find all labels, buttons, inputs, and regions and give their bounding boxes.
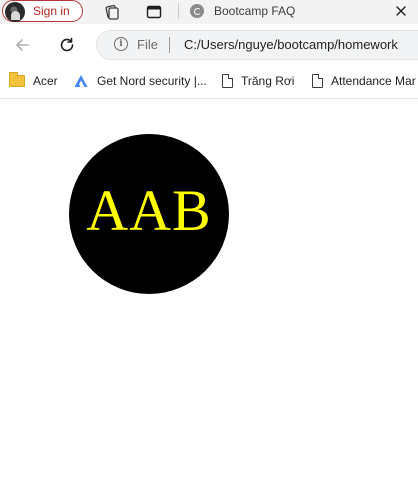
bookmark-label: Trăng Rơi <box>241 74 295 88</box>
workspaces-icon[interactable] <box>103 3 121 21</box>
sign-in-button[interactable]: Sign in <box>2 0 83 22</box>
url-text[interactable]: C:/Users/nguye/bootcamp/homework <box>184 37 398 52</box>
address-separator <box>169 37 170 53</box>
profile-avatar <box>5 2 25 22</box>
nord-icon <box>74 75 88 87</box>
browser-window: Sign in Bootcamp FAQ i File C:/Users/ngu… <box>0 0 418 502</box>
page-favicon <box>190 4 204 18</box>
toolbar: i File C:/Users/nguye/bootcamp/homework <box>0 24 418 66</box>
back-button[interactable] <box>10 33 34 57</box>
tab-separator <box>178 3 179 19</box>
sign-in-label: Sign in <box>33 4 70 18</box>
bookmark-trang-roi[interactable]: Trăng Rơi <box>222 72 294 90</box>
reload-icon <box>60 37 74 52</box>
bookmark-label: Attendance Mar <box>331 74 416 88</box>
bookmark-label: Acer <box>33 74 58 88</box>
tab-title: Bootcamp FAQ <box>214 4 296 18</box>
page-icon <box>312 74 323 88</box>
tab-strip: Sign in Bootcamp FAQ <box>0 0 418 24</box>
black-circle: AAB <box>69 134 229 294</box>
bookmark-nord[interactable]: Get Nord security |... <box>73 72 207 90</box>
bookmark-label: Get Nord security |... <box>97 74 207 88</box>
close-icon[interactable] <box>392 2 410 20</box>
address-bar[interactable]: i File C:/Users/nguye/bootcamp/homework <box>96 30 418 60</box>
page-icon <box>222 74 233 88</box>
bookmark-acer[interactable]: Acer <box>9 72 58 90</box>
folder-icon <box>9 72 25 87</box>
site-info-icon[interactable]: i <box>114 37 128 51</box>
arrow-left-icon <box>16 39 29 51</box>
page-content: AAB <box>0 99 418 502</box>
circle-text: AAB <box>86 178 212 243</box>
bookmarks-bar: Acer Get Nord security |... Trăng Rơi At… <box>0 66 418 96</box>
site-info-label[interactable]: File <box>137 37 158 52</box>
reload-button[interactable] <box>55 33 79 57</box>
bookmark-attendance[interactable]: Attendance Mar <box>312 72 416 90</box>
tab-actions-icon[interactable] <box>145 3 163 21</box>
